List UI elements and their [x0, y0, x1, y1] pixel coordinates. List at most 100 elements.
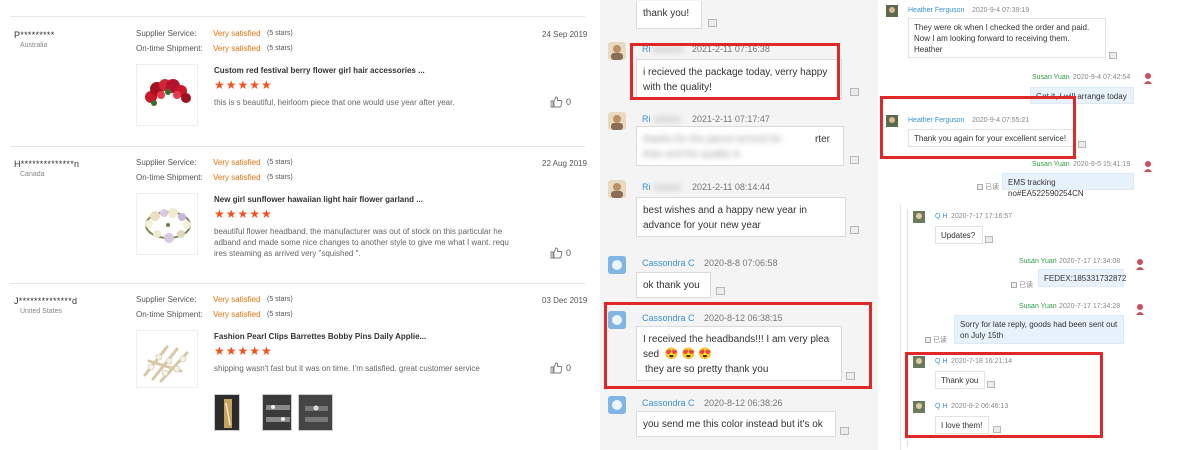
avatar	[886, 5, 898, 17]
review-date: 03 Dec 2019	[542, 296, 588, 305]
supplier-service-stars: (5 stars)	[267, 30, 293, 37]
avatar	[1142, 160, 1154, 172]
message-bubble: Sorry for late reply, goods had been sen…	[954, 315, 1124, 344]
avatar	[608, 396, 626, 414]
review-item: H**************n Canada Supplier Service…	[0, 158, 600, 299]
redacted-text: thanks for the parcel arrived thr	[643, 134, 782, 145]
message-time: 2020-8-12 06:38:26	[704, 398, 783, 408]
message-bubble: ok thank you	[636, 272, 711, 298]
message-text: you send me this color instead but it's …	[643, 419, 823, 430]
message-menu-icon[interactable]	[850, 156, 859, 164]
message-bubble: thank you!	[636, 1, 702, 29]
reviewer-name: J**************d	[14, 296, 78, 306]
like-button[interactable]: 0	[550, 362, 582, 376]
divider	[10, 16, 585, 17]
product-thumbnail[interactable]	[136, 193, 198, 255]
message-menu-icon[interactable]	[850, 226, 859, 234]
like-count: 0	[566, 248, 572, 258]
shipment-stars: (5 stars)	[267, 45, 293, 52]
shipment-rating: Very satisfied	[213, 44, 261, 53]
shipment-label: On-time Shipment:	[136, 44, 203, 53]
message-menu-icon[interactable]	[850, 88, 859, 96]
shipment-stars: (5 stars)	[267, 311, 293, 318]
message-menu-icon[interactable]	[708, 19, 717, 27]
shipment-label: On-time Shipment:	[136, 310, 203, 319]
product-title[interactable]: New girl sunflower hawaiian light hair f…	[214, 195, 423, 204]
sender-name: Susan Yuan	[1032, 74, 1070, 81]
product-title[interactable]: Fashion Pearl Clips Barrettes Bobby Pins…	[214, 332, 426, 341]
reviewer-name: P*********	[14, 30, 55, 40]
avatar	[1142, 72, 1154, 84]
message-bubble: They were ok when I checked the order an…	[908, 18, 1106, 58]
message-menu-icon[interactable]	[1078, 141, 1086, 148]
highlight-box	[604, 302, 872, 389]
like-button[interactable]: 0	[550, 96, 582, 110]
avatar	[608, 256, 626, 274]
review-photo[interactable]	[298, 394, 333, 431]
star-rating: ★★★★★	[214, 344, 273, 358]
product-thumbnail[interactable]	[136, 64, 198, 126]
sender-name: Heather Ferguson	[908, 7, 965, 14]
review-photo[interactable]	[214, 394, 240, 431]
message-time: 2020-9-4 07:42:54	[1073, 74, 1131, 81]
product-title[interactable]: Custom red festival berry flower girl ha…	[214, 66, 425, 75]
sender-name: Cassondra C	[642, 398, 695, 408]
read-receipt: 已读	[977, 182, 999, 192]
chat-log-panel: thank you! Ri xxxxxxx 2021-2-11 07:16:38…	[600, 0, 878, 450]
like-count: 0	[566, 97, 572, 107]
supplier-service-label: Supplier Service:	[136, 158, 197, 167]
product-thumbnail[interactable]	[136, 330, 198, 388]
avatar	[913, 211, 925, 223]
supplier-service-label: Supplier Service:	[136, 295, 197, 304]
message-time: 2020-8-8 07:06:58	[704, 258, 778, 268]
message-text: rter	[815, 134, 830, 145]
message-bubble: Updates?	[935, 226, 983, 244]
message-time: 2021-2-11 08:14:44	[692, 182, 770, 192]
message-bubble: best wishes and a happy new year in adva…	[636, 197, 846, 237]
message-text: ok thank you	[643, 280, 700, 291]
supplier-service-rating: Very satisfied	[213, 29, 261, 38]
reviewer-country: United States	[20, 308, 63, 315]
sender-name: Susan Yuan	[1019, 258, 1057, 265]
sender-name: Q H	[935, 213, 948, 220]
review-date: 24 Sep 2019	[542, 30, 588, 39]
thumbs-up-icon	[550, 362, 563, 374]
shipment-stars: (5 stars)	[267, 174, 293, 181]
reviewer-name: H**************n	[14, 159, 80, 169]
divider	[10, 283, 585, 284]
highlight-box	[905, 352, 1103, 438]
conversation-panel: Q H 2020-7-17 17:16:57 Updates? Susan Yu…	[900, 205, 1152, 450]
star-rating: ★★★★★	[214, 207, 273, 221]
supplier-service-label: Supplier Service:	[136, 29, 197, 38]
reviews-panel: P********* Australia Supplier Service: V…	[0, 0, 600, 450]
message-menu-icon[interactable]	[1109, 52, 1117, 59]
supplier-service-stars: (5 stars)	[267, 159, 293, 166]
message-time: 2020-7-17 17:34:08	[1059, 258, 1121, 265]
message-text: best wishes and a happy new year in adva…	[643, 205, 807, 231]
review-photo[interactable]	[262, 394, 292, 431]
message-menu-icon[interactable]	[985, 236, 993, 243]
review-item: P********* Australia Supplier Service: V…	[0, 29, 600, 170]
review-date: 22 Aug 2019	[542, 159, 587, 168]
message-time: 2020-7-17 17:34:28	[1059, 303, 1121, 310]
message-time: 2021-2-11 07:17:47	[692, 114, 770, 124]
like-count: 0	[566, 363, 572, 373]
supplier-service-rating: Very satisfied	[213, 158, 261, 167]
sender-name: Ri	[642, 114, 651, 124]
message-bubble: EMS tracking no#EA522590254CN	[1002, 173, 1134, 198]
avatar	[608, 112, 626, 130]
avatar	[608, 180, 626, 198]
reviewer-country: Canada	[20, 171, 45, 178]
supplier-service-stars: (5 stars)	[267, 296, 293, 303]
highlight-box	[880, 96, 1076, 159]
message-time: 2020-7-17 17:16:57	[951, 213, 1013, 220]
sender-name: Susan Yuan	[1032, 161, 1070, 168]
message-text: thank you!	[643, 8, 690, 19]
message-time: 2020-9-5 15:41:19	[1073, 161, 1131, 168]
like-button[interactable]: 0	[550, 247, 582, 261]
message-menu-icon[interactable]	[840, 427, 849, 435]
message-menu-icon[interactable]	[716, 287, 725, 295]
avatar	[1134, 303, 1146, 315]
screenshot-collage: P********* Australia Supplier Service: V…	[0, 0, 1200, 450]
read-receipt: 已读	[1011, 280, 1033, 290]
